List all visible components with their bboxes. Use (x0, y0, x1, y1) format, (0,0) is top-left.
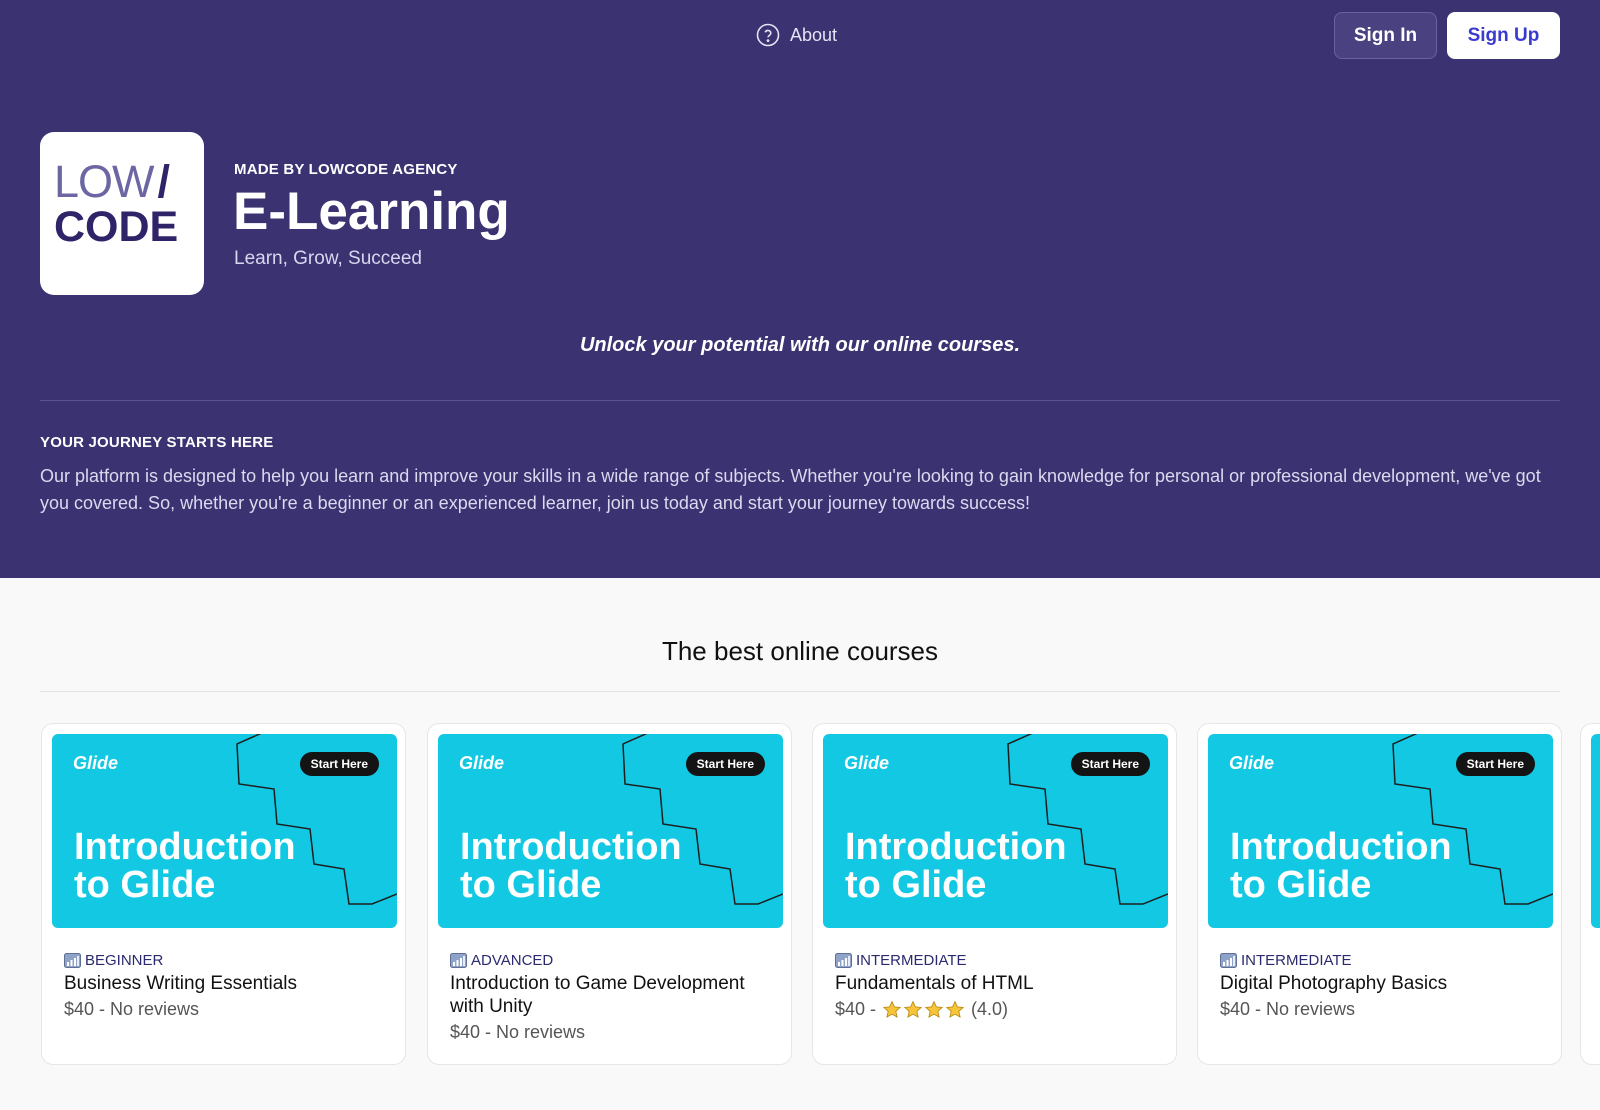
course-level-label: BEGINNER (85, 952, 164, 969)
bar-chart-icon (450, 953, 467, 968)
course-thumbnail: Glide Start Here Introduction to Glide (823, 734, 1168, 928)
courses-section-title: The best online courses (661, 636, 939, 666)
course-name: Introduction to Game Development with Un… (450, 973, 745, 1017)
star-icon (924, 1000, 944, 1018)
course-name: Fundamentals of HTML (835, 973, 1034, 994)
logo-text-code: CODE (54, 203, 179, 251)
about-label: About (790, 24, 838, 45)
bar-chart-icon (835, 953, 852, 968)
glide-brand-label: Glide (844, 753, 890, 773)
course-card-partial[interactable] (1580, 723, 1600, 1065)
made-by-label: MADE BY LOWCODE AGENCY (234, 161, 458, 178)
course-name: Digital Photography Basics (1220, 973, 1448, 994)
course-level-label: INTERMEDIATE (1241, 952, 1352, 969)
star-icon (945, 1000, 965, 1018)
start-here-badge: Start Here (299, 752, 379, 776)
app-tagline: Learn, Grow, Succeed (234, 248, 422, 269)
course-price-prefix: $40 - (835, 999, 877, 1019)
about-link[interactable]: About (756, 23, 837, 47)
glide-brand-label: Glide (459, 753, 505, 773)
course-thumbnail (1591, 734, 1600, 928)
journey-heading: YOUR JOURNEY STARTS HERE (40, 434, 274, 451)
bar-chart-icon (64, 953, 81, 968)
start-here-badge: Start Here (1455, 752, 1535, 776)
courses-divider (40, 691, 1560, 692)
logo-slash: / (157, 156, 170, 207)
course-level: INTERMEDIATE (1220, 952, 1352, 969)
question-circle-icon (756, 23, 780, 47)
course-card[interactable]: Glide Start Here Introduction to Glide IN… (1197, 723, 1562, 1065)
rating-stars (882, 1000, 965, 1020)
sign-in-button[interactable]: Sign In (1334, 12, 1437, 59)
journey-text: Our platform is designed to help you lea… (40, 466, 1541, 513)
start-here-badge: Start Here (685, 752, 765, 776)
hero-section: About Sign In Sign Up LOW/ CODE MADE BY … (0, 0, 1600, 578)
thumbnail-title-line1: Introduction (460, 826, 682, 868)
thumbnail-title-line1: Introduction (845, 826, 1067, 868)
hero-headline: Unlock your potential with our online co… (579, 334, 1021, 356)
app-title: E-Learning (233, 182, 510, 241)
course-level: ADVANCED (450, 952, 553, 969)
course-level-label: INTERMEDIATE (856, 952, 967, 969)
glide-brand-label: Glide (1229, 753, 1275, 773)
course-level: BEGINNER (64, 952, 163, 969)
glide-brand-label: Glide (73, 753, 119, 773)
thumbnail-title-line2: to Glide (74, 864, 216, 906)
thumbnail-title-line1: Introduction (1230, 826, 1452, 868)
course-name: Business Writing Essentials (64, 973, 298, 994)
course-thumbnail: Glide Start Here Introduction to Glide (1208, 734, 1553, 928)
course-price: $40 - No reviews (450, 1022, 586, 1042)
star-icon (903, 1000, 923, 1018)
thumbnail-title-line2: to Glide (460, 864, 602, 906)
course-card[interactable]: Glide Start Here Introduction to Glide AD… (427, 723, 792, 1065)
course-level: INTERMEDIATE (835, 952, 967, 969)
course-card[interactable]: Glide Start Here Introduction to Glide IN… (812, 723, 1177, 1065)
start-here-badge: Start Here (1070, 752, 1150, 776)
hero-divider (40, 400, 1560, 401)
rating-value: (4.0) (971, 999, 1009, 1019)
logo-text-low: LOW (54, 156, 155, 207)
course-thumbnail: Glide Start Here Introduction to Glide (438, 734, 783, 928)
thumbnail-title-line2: to Glide (1230, 864, 1372, 906)
course-price: $40 - No reviews (64, 999, 200, 1019)
course-level-label: ADVANCED (471, 952, 554, 969)
brand-logo: LOW/ CODE (40, 132, 204, 295)
thumbnail-title-line1: Introduction (74, 826, 296, 868)
top-bar: About Sign In Sign Up (0, 12, 1600, 59)
sign-up-button[interactable]: Sign Up (1447, 12, 1560, 59)
bar-chart-icon (1220, 953, 1237, 968)
thumbnail-title-line2: to Glide (845, 864, 987, 906)
course-card[interactable]: Glide Start Here Introduction to Glide BE… (41, 723, 406, 1065)
course-price: $40 - (4.0) (835, 998, 1155, 1021)
course-price: $40 - No reviews (1220, 999, 1356, 1019)
course-thumbnail: Glide Start Here Introduction to Glide (52, 734, 397, 928)
star-icon (882, 1000, 902, 1018)
